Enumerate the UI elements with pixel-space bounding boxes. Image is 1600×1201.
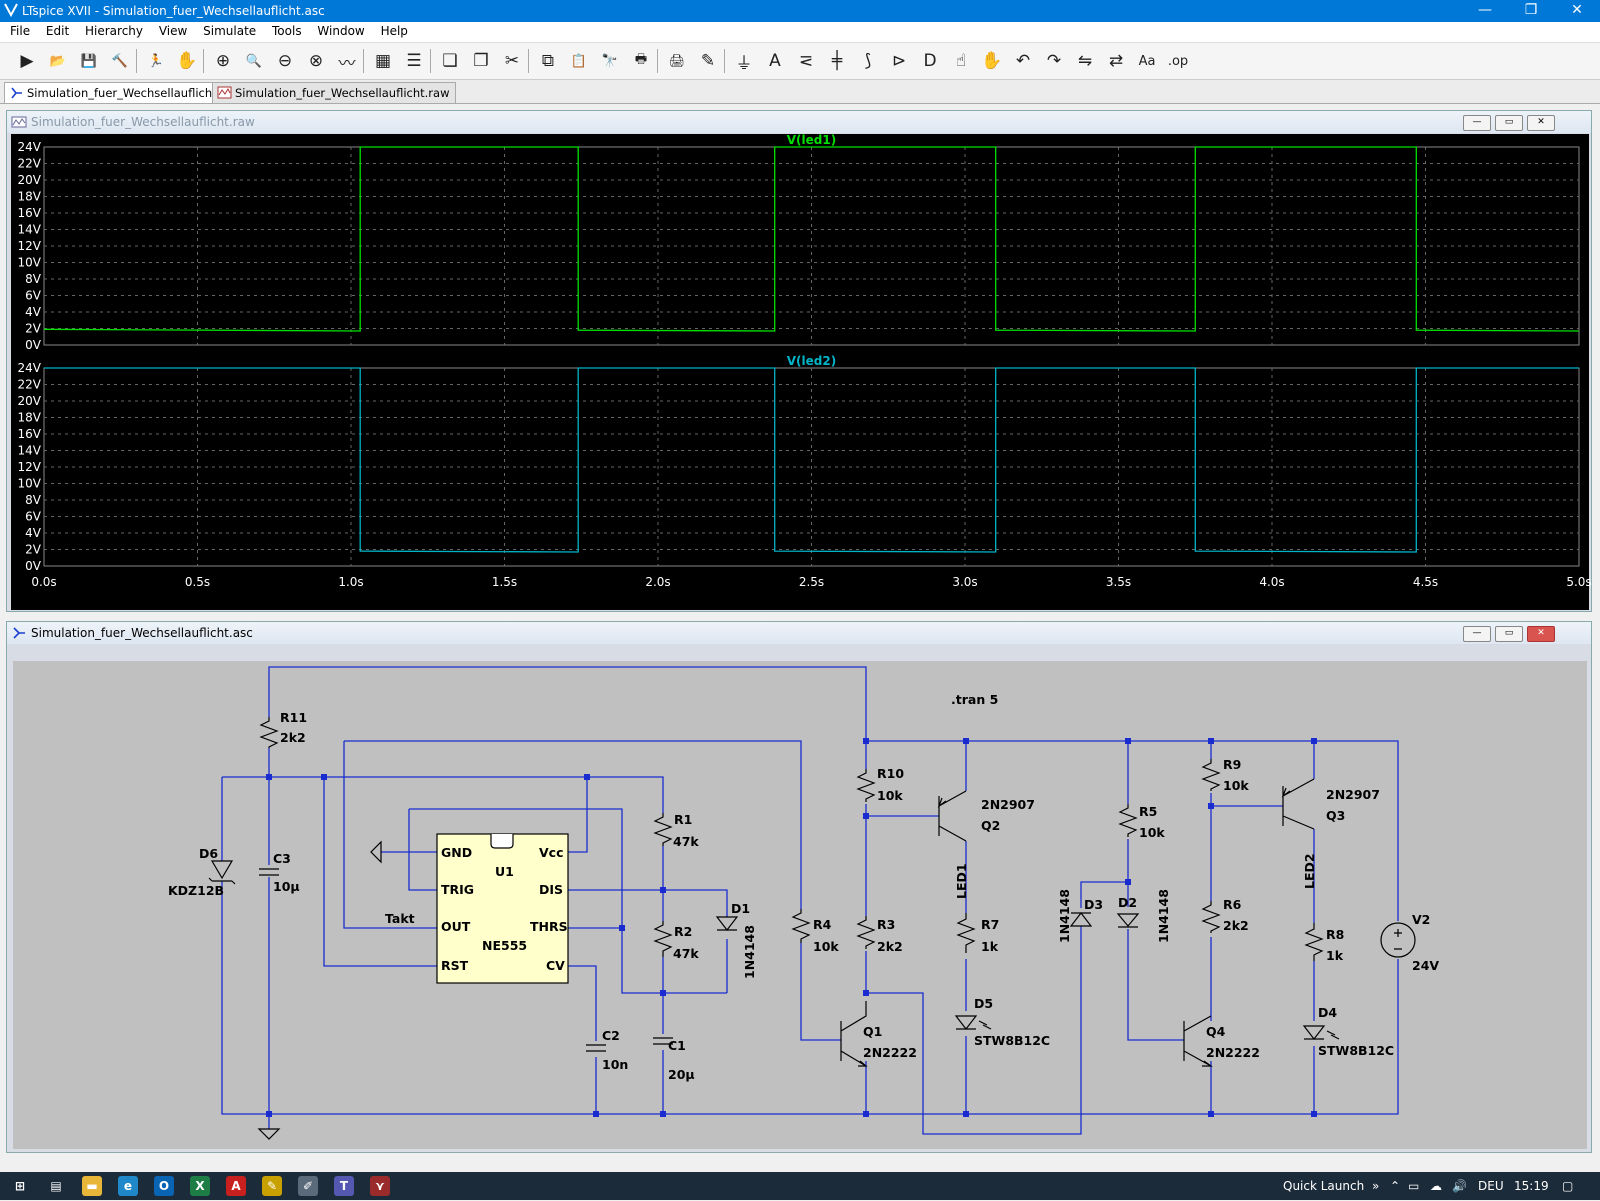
label-r5: R5 [1139, 804, 1157, 819]
pen-app-icon[interactable]: ✎ [262, 1176, 282, 1196]
label-d2: D2 [1118, 895, 1137, 910]
ne555-label: NE555 [482, 938, 527, 953]
u1-label: U1 [495, 864, 514, 879]
excel-icon[interactable]: X [190, 1176, 210, 1196]
edge-icon[interactable]: e [118, 1176, 138, 1196]
pencil-app-icon[interactable]: ✐ [298, 1176, 318, 1196]
pin-out: OUT [441, 919, 471, 934]
label-led1: LED1 [954, 863, 969, 899]
value-r11: 2k2 [280, 730, 306, 745]
label-r8: R8 [1326, 927, 1344, 942]
pin-trig: TRIG [441, 882, 474, 897]
volume-icon[interactable]: 🔊 [1452, 1179, 1467, 1193]
value-r7: 1k [981, 939, 999, 954]
pin-rst: RST [441, 958, 469, 973]
value-r3: 2k2 [877, 939, 903, 954]
value-d1: 1N4148 [742, 925, 757, 979]
value-r6: 2k2 [1223, 918, 1249, 933]
value-d4: STW8B12C [1318, 1043, 1394, 1058]
value-q4: 2N2222 [1206, 1045, 1260, 1060]
label-led2: LED2 [1302, 853, 1317, 889]
value-r9: 10k [1223, 778, 1249, 793]
value-c2: 10n [602, 1057, 628, 1072]
taskbar: ⊞ ▤ ▬ e O X A ✎ ✐ T ⋎ Quick Launch » ⌃ ▭ ☁ 🔊 DEU 1… [0, 1172, 1600, 1200]
label-r6: R6 [1223, 897, 1242, 912]
quick-launch-label[interactable]: Quick Launch [1283, 1179, 1364, 1193]
label-r10: R10 [877, 766, 904, 781]
acrobat-icon[interactable]: A [226, 1176, 246, 1196]
pin-dis: DIS [539, 882, 563, 897]
pin-thrs: THRS [530, 919, 568, 934]
value-r4: 10k [813, 939, 839, 954]
label-r2: R2 [674, 924, 692, 939]
outlook-icon[interactable]: O [154, 1176, 174, 1196]
teams-icon[interactable]: T [334, 1176, 354, 1196]
explorer-icon[interactable]: ▬ [82, 1176, 102, 1196]
label-r11: R11 [280, 710, 307, 725]
spice-directive[interactable]: .tran 5 [951, 692, 998, 707]
schematic-canvas[interactable]: GND Vcc U1 TRIG DIS OUT THRS NE555 RST C… [1, 1, 1600, 1201]
label-d3: D3 [1084, 897, 1103, 912]
value-c3: 10µ [273, 879, 300, 894]
network-icon[interactable]: ▭ [1408, 1179, 1419, 1193]
value-q2: 2N2907 [981, 797, 1035, 812]
language-indicator[interactable]: DEU [1478, 1179, 1504, 1193]
value-r1: 47k [673, 834, 699, 849]
pin-vcc: Vcc [539, 845, 564, 860]
label-c2: C2 [602, 1028, 620, 1043]
value-q3: 2N2907 [1326, 787, 1380, 802]
ltspice-icon[interactable]: ⋎ [370, 1176, 390, 1196]
value-r8: 1k [1326, 948, 1344, 963]
task-view-icon[interactable]: ▤ [46, 1176, 66, 1196]
value-d5: STW8B12C [974, 1033, 1050, 1048]
pin-gnd: GND [441, 845, 472, 860]
label-c3: C3 [273, 851, 291, 866]
schematic-window: Simulation_fuer_Wechsellauflicht.asc — ▭… [6, 621, 1592, 1153]
value-r2: 47k [673, 946, 699, 961]
label-r1: R1 [674, 812, 692, 827]
onedrive-icon[interactable]: ☁ [1430, 1179, 1442, 1193]
chevron-icon[interactable]: » [1372, 1179, 1379, 1193]
start-icon[interactable]: ⊞ [10, 1176, 30, 1196]
value-q1: 2N2222 [863, 1045, 917, 1060]
value-v2: 24V [1412, 958, 1439, 973]
label-r4: R4 [813, 917, 832, 932]
value-d3: 1N4148 [1057, 889, 1072, 943]
value-d2: 1N4148 [1156, 889, 1171, 943]
net-label-takt: Takt [385, 911, 415, 926]
value-r10: 10k [877, 788, 903, 803]
label-d6: D6 [199, 846, 218, 861]
label-q2: Q2 [981, 818, 1000, 833]
pin-cv: CV [546, 958, 565, 973]
notifications-icon[interactable]: ▢ [1562, 1179, 1573, 1193]
label-r9: R9 [1223, 757, 1241, 772]
clock[interactable]: 15:19 [1514, 1179, 1549, 1193]
label-q1: Q1 [863, 1024, 882, 1039]
label-q3: Q3 [1326, 808, 1345, 823]
label-c1: C1 [668, 1038, 686, 1053]
label-d1: D1 [731, 901, 750, 916]
value-c1: 20µ [668, 1067, 695, 1082]
label-r3: R3 [877, 917, 895, 932]
value-d6: KDZ12B [168, 883, 224, 898]
label-v2: V2 [1412, 912, 1430, 927]
label-d4: D4 [1318, 1005, 1337, 1020]
tray-expand-icon[interactable]: ⌃ [1390, 1179, 1400, 1193]
label-d5: D5 [974, 996, 993, 1011]
schematic-background [13, 661, 1587, 1149]
label-r7: R7 [981, 917, 999, 932]
label-q4: Q4 [1206, 1024, 1226, 1039]
value-r5: 10k [1139, 825, 1165, 840]
